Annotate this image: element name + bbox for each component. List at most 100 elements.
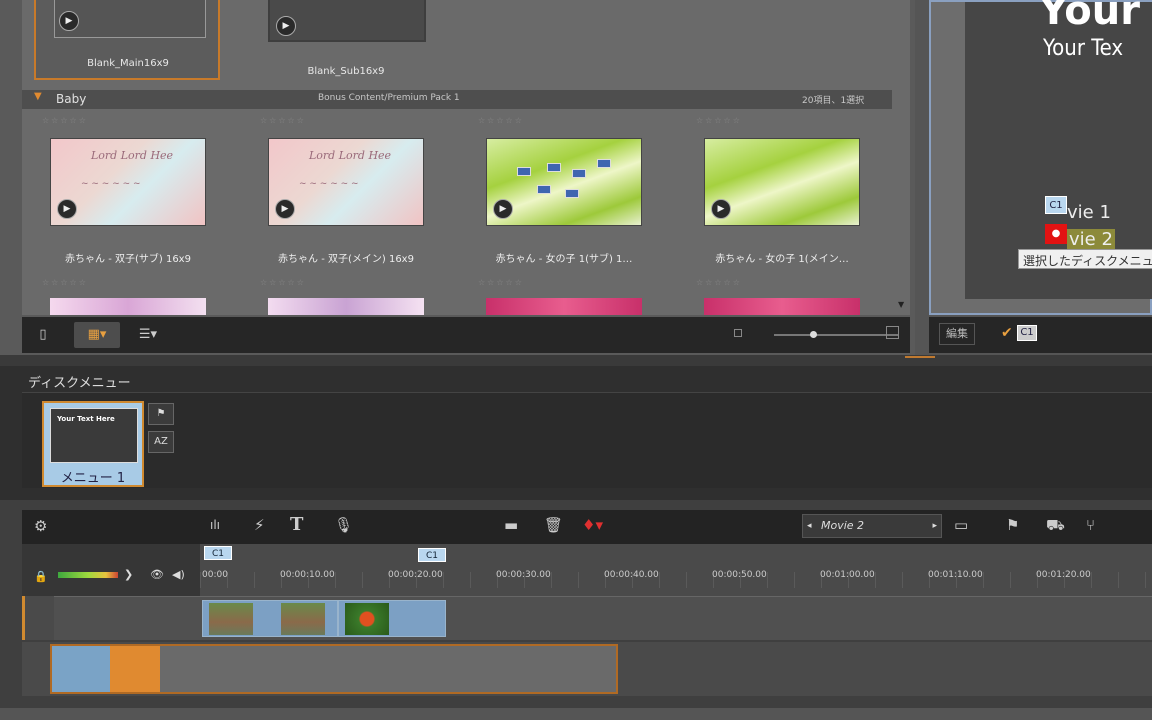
collapse-arrow-icon[interactable]: ▼ (34, 91, 42, 102)
page-icon[interactable]: ▯ (28, 322, 58, 348)
menu-link-remove-icon[interactable]: ⛟ (1046, 516, 1065, 536)
category-path: Bonus Content/Premium Pack 1 (318, 93, 460, 103)
chapter-badge: C1 (1045, 196, 1067, 214)
clip-frame (281, 603, 325, 635)
flag-decoration (537, 185, 551, 194)
library-item-thumb[interactable]: Lord Lord Hee ~ ~ ~ ~ ~ ~ ▶ (50, 138, 206, 226)
timeline-toolbar: ⚙ ılı ⚡ T 🎙 ▬ 🗑 ♦▾ Movie 2 ◂ ▸ ▭ ⚑ ⛟ ⑂ (22, 510, 1152, 544)
movie-dropdown[interactable]: Movie 2 ◂ ▸ (802, 514, 942, 538)
timecode: 00:00 (202, 570, 228, 580)
fullscreen-icon[interactable]: ▭ (954, 516, 968, 534)
list-view-button[interactable]: ☰▾ (128, 322, 168, 348)
thumb-caption: 赤ちゃん - 双子(メイン) 16x9 (278, 254, 414, 265)
rating-stars[interactable]: ☆☆☆☆☆ (478, 278, 524, 287)
panel-splitter[interactable] (905, 352, 935, 358)
zoom-small-icon[interactable] (734, 329, 742, 337)
timecode: 00:01:00.00 (820, 570, 875, 580)
menu-name[interactable]: メニュー 1 (44, 467, 142, 486)
thumb-script-text: Lord Lord Hee (309, 149, 392, 162)
track-header: 🔒 ❯ 👁 ◀) (22, 544, 200, 596)
play-icon[interactable]: ▶ (275, 199, 295, 219)
menu-clip[interactable] (50, 644, 618, 694)
rating-stars[interactable]: ☆☆☆☆☆ (696, 278, 742, 287)
timecode: 00:00:40.00 (604, 570, 659, 580)
preview-frame: Your Your Tex C1 vie 1 ● vie 2 選択したディスクメ… (929, 0, 1152, 315)
video-clip[interactable] (338, 600, 446, 637)
chevron-left-icon: ◂ (807, 521, 812, 531)
flag-decoration (517, 167, 531, 176)
library-item-blank-sub[interactable]: ▶ (268, 0, 426, 42)
library-item-thumb[interactable]: Lord Lord Hee ~ ~ ~ ~ ~ ~ ▶ (268, 138, 424, 226)
library-item-thumb[interactable] (50, 298, 206, 315)
flag-decoration (547, 163, 561, 172)
zoom-large-icon[interactable] (886, 326, 899, 339)
zoom-slider[interactable] (774, 331, 899, 338)
menu-link-add-icon[interactable]: ⚑ (1006, 516, 1019, 534)
rating-stars[interactable]: ☆☆☆☆☆ (42, 278, 88, 287)
selected-badge: ● (1045, 224, 1067, 244)
grid-view-button[interactable]: ▦▾ (74, 322, 120, 348)
delete-icon[interactable]: 🗑 (544, 516, 563, 534)
zoom-slider-handle[interactable] (810, 331, 817, 338)
play-icon[interactable]: ▶ (711, 199, 731, 219)
video-clip[interactable] (202, 600, 338, 637)
rating-stars[interactable]: ☆☆☆☆☆ (696, 116, 742, 125)
scrollbar[interactable] (0, 708, 1152, 720)
play-icon[interactable]: ▶ (59, 11, 79, 31)
library-item-blank-main[interactable]: ▶ Blank_Main16x9 (34, 0, 220, 80)
play-icon[interactable]: ▶ (493, 199, 513, 219)
library-toolbar: ▯ ▦▾ ☰▾ (22, 317, 910, 353)
chapter-marker[interactable]: C1 (204, 546, 232, 560)
rating-stars[interactable]: ☆☆☆☆☆ (42, 116, 88, 125)
microphone-icon[interactable]: 🎙 (334, 516, 353, 534)
thumb-caption: 赤ちゃん - 女の子 1(メイン… (715, 254, 849, 265)
lock-icon[interactable]: 🔒 (34, 570, 48, 583)
movie-dropdown-value: Movie 2 (821, 519, 865, 532)
menu-link-icon[interactable]: ⚑ (148, 403, 174, 425)
tooltip: 選択したディスクメニュー (1018, 249, 1152, 269)
library-item-thumb[interactable] (486, 298, 642, 315)
visibility-icon[interactable]: 👁 (150, 568, 164, 581)
time-ruler[interactable]: C1 C1 00:00 00:00:10.00 00:00:20.00 00:0… (200, 544, 1152, 596)
razor-icon[interactable]: ⚡ (254, 516, 265, 534)
preview-screen[interactable]: Your Your Tex C1 vie 1 ● vie 2 選択したディスクメ… (965, 0, 1152, 299)
storyboard-icon[interactable]: ▬ (504, 516, 518, 534)
clip-frame (345, 603, 389, 635)
track-header-video[interactable] (22, 596, 54, 640)
play-icon[interactable]: ❯ (124, 568, 133, 581)
play-icon[interactable]: ▶ (57, 199, 77, 219)
chapter-marker[interactable]: C1 (418, 548, 446, 562)
category-bar[interactable]: ▼ Baby Bonus Content/Premium Pack 1 20項目… (22, 90, 892, 109)
library-item-thumb[interactable]: ▶ (486, 138, 642, 226)
settings-icon[interactable]: ⚙ (34, 517, 47, 535)
disc-menu-strip: Your Text Here メニュー 1 ⚑ AZ (22, 392, 1152, 488)
menu-thumbnail[interactable]: Your Text Here メニュー 1 (42, 401, 144, 487)
play-icon[interactable]: ▶ (276, 16, 296, 36)
thumb-script-text: ~ ~ ~ ~ ~ ~ (299, 179, 359, 189)
scroll-down-icon[interactable]: ▼ (898, 300, 904, 309)
menu-button-movie2[interactable]: vie 2 (1067, 229, 1115, 250)
sort-az-button[interactable]: AZ (148, 431, 174, 453)
thumb-label: Blank_Sub16x9 (307, 66, 385, 77)
flag-decoration (572, 169, 586, 178)
thumb-caption: 赤ちゃん - 女の子 1(サブ) 1… (495, 254, 633, 265)
audio-mixer-icon[interactable]: ılı (210, 518, 220, 532)
edit-button[interactable]: 編集 (939, 323, 975, 345)
title-icon[interactable]: T (290, 514, 303, 535)
rating-stars[interactable]: ☆☆☆☆☆ (260, 116, 306, 125)
checkmark-icon[interactable]: ✔ (1001, 325, 1013, 341)
video-track[interactable] (22, 596, 1152, 640)
menu-subtitle-text[interactable]: Your Tex (1043, 36, 1123, 61)
library-item-thumb[interactable]: ▶ (704, 138, 860, 226)
category-name: Baby (56, 92, 87, 106)
menu-link-move-icon[interactable]: ⑂ (1086, 516, 1095, 534)
marker-icon[interactable]: ♦▾ (582, 516, 603, 534)
library-item-thumb[interactable] (704, 298, 860, 315)
volume-icon[interactable]: ◀) (172, 568, 185, 581)
rating-stars[interactable]: ☆☆☆☆☆ (478, 116, 524, 125)
menu-title-text[interactable]: Your (1039, 0, 1140, 34)
menu-button-movie1[interactable]: vie 1 (1067, 202, 1111, 223)
chapter-badge[interactable]: C1 (1017, 325, 1037, 341)
rating-stars[interactable]: ☆☆☆☆☆ (260, 278, 306, 287)
library-item-thumb[interactable] (268, 298, 424, 315)
